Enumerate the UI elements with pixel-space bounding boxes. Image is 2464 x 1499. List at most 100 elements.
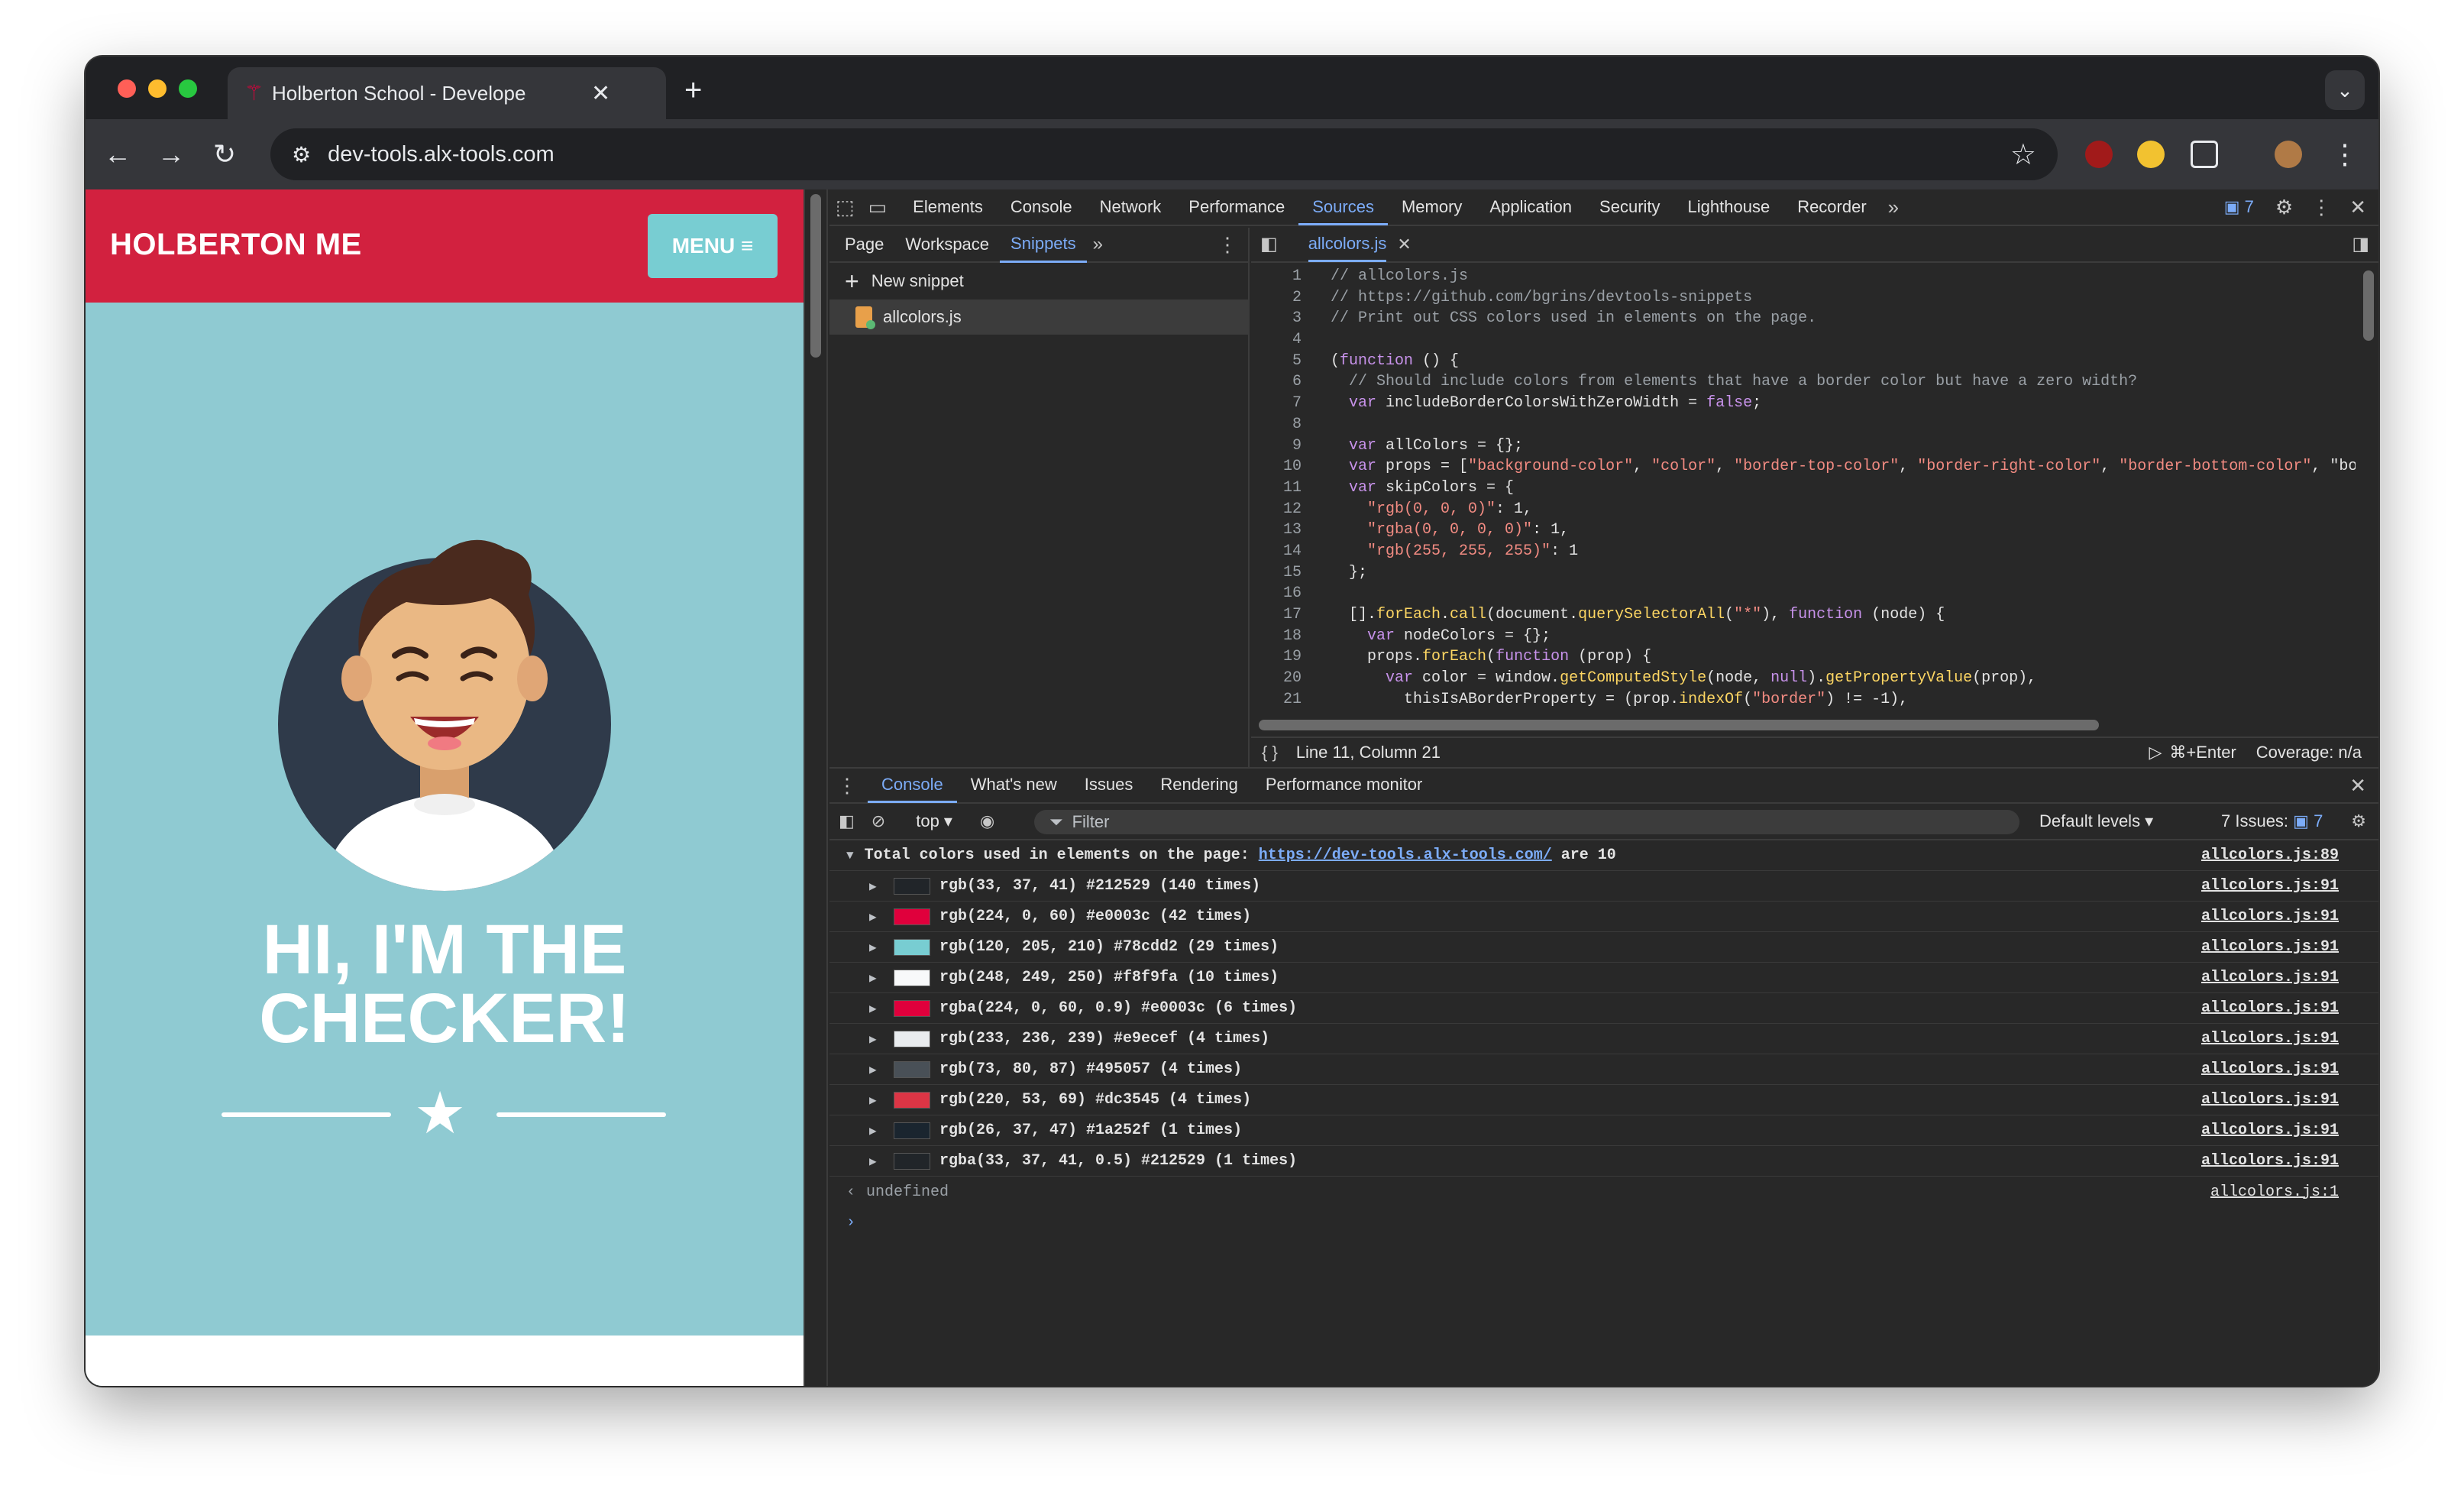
address-bar[interactable]: ⚙ dev-tools.alx-tools.com ☆ <box>270 128 2058 180</box>
line-number[interactable]: 9 <box>1251 435 1302 457</box>
new-tab-icon[interactable]: + <box>684 75 702 105</box>
run-snippet-icon[interactable]: ▷ <box>2149 743 2162 762</box>
code-line[interactable]: 5 (function () { <box>1251 351 2356 372</box>
log-header-link[interactable]: https://dev-tools.alx-tools.com/ <box>1259 847 1552 864</box>
issues-badge[interactable]: ▣ 7 <box>2224 197 2254 217</box>
line-number[interactable]: 1 <box>1251 266 1302 287</box>
forward-arrow-icon[interactable]: → <box>154 138 188 171</box>
profile-avatar[interactable] <box>2275 141 2302 168</box>
tab-sources[interactable]: Sources <box>1298 189 1388 225</box>
line-number[interactable]: 21 <box>1251 689 1302 711</box>
line-number[interactable]: 16 <box>1251 583 1302 604</box>
log-source-link[interactable]: allcolors.js:91 <box>2201 938 2339 956</box>
tab-network[interactable]: Network <box>1086 189 1175 225</box>
tab-elements[interactable]: Elements <box>899 189 997 225</box>
log-row[interactable]: ▶ rgb(33, 37, 41) #212529 (140 times) allc… <box>829 871 2378 902</box>
line-number[interactable]: 11 <box>1251 478 1302 499</box>
log-row[interactable]: ▶ rgb(224, 0, 60) #e0003c (42 times) allco… <box>829 902 2378 932</box>
live-expression-eye-icon[interactable]: ◉ <box>980 811 994 831</box>
expand-triangle-icon[interactable]: ▶ <box>869 1123 886 1138</box>
log-row[interactable]: ▶ rgb(233, 236, 239) #e9ecef (4 times) all… <box>829 1024 2378 1054</box>
more-menu-icon[interactable]: ⋮ <box>2328 138 2362 171</box>
console-prompt[interactable]: › <box>829 1207 2378 1238</box>
inspect-element-icon[interactable]: ⬚ <box>836 189 855 225</box>
line-number[interactable]: 10 <box>1251 456 1302 478</box>
close-window-button[interactable] <box>118 79 136 98</box>
code-line[interactable]: 14 "rgb(255, 255, 255)": 1 <box>1251 541 2356 562</box>
code-line[interactable]: 2 // https://github.com/bgrins/devtools-s… <box>1251 287 2356 309</box>
clear-console-icon[interactable]: ⊘ <box>871 811 885 831</box>
drawer-menu-icon[interactable]: ⋮ <box>837 769 857 802</box>
log-row[interactable]: ▶ rgb(73, 80, 87) #495057 (4 times) allcol… <box>829 1054 2378 1085</box>
extension-icon[interactable] <box>2137 141 2165 168</box>
log-row[interactable]: ▶ rgb(220, 53, 69) #dc3545 (4 times) allco… <box>829 1085 2378 1115</box>
tab-recorder[interactable]: Recorder <box>1783 189 1880 225</box>
drawer-tab-rendering[interactable]: Rendering <box>1146 768 1252 803</box>
toggle-debugger-icon[interactable]: ◨ <box>2352 228 2369 261</box>
editor-file-tab[interactable]: allcolors.js <box>1308 228 1387 262</box>
line-number[interactable]: 5 <box>1251 351 1302 372</box>
log-source-link[interactable]: allcolors.js:91 <box>2201 1030 2339 1047</box>
line-number[interactable]: 4 <box>1251 329 1302 351</box>
console-filter-input[interactable]: ⏷ Filter <box>1034 810 2019 834</box>
code-line[interactable]: 10 var props = ["background-color", "col… <box>1251 456 2356 478</box>
expand-triangle-icon[interactable]: ▶ <box>869 940 886 955</box>
log-row[interactable]: ▶ rgb(248, 249, 250) #f8f9fa (10 times) al… <box>829 963 2378 993</box>
tab-performance[interactable]: Performance <box>1175 189 1298 225</box>
site-info-icon[interactable]: ⚙ <box>292 142 311 167</box>
line-number[interactable]: 20 <box>1251 668 1302 689</box>
log-source-link[interactable]: allcolors.js:91 <box>2201 999 2339 1017</box>
toggle-navigator-icon[interactable]: ◧ <box>1260 228 1278 261</box>
return-source[interactable]: allcolors.js:1 <box>2210 1183 2339 1201</box>
drawer-tab-console[interactable]: Console <box>868 768 957 803</box>
line-number[interactable]: 19 <box>1251 646 1302 668</box>
nav-tab-page[interactable]: Page <box>834 228 894 261</box>
close-drawer-icon[interactable]: ✕ <box>2349 769 2366 802</box>
new-snippet-button[interactable]: + New snippet <box>829 263 1248 299</box>
code-line[interactable]: 1 // allcolors.js <box>1251 266 2356 287</box>
console-sidebar-icon[interactable]: ◧ <box>839 811 855 831</box>
ublock-extension-icon[interactable] <box>2085 141 2113 168</box>
drawer-tab-issues[interactable]: Issues <box>1071 768 1147 803</box>
close-file-icon[interactable]: ✕ <box>1397 235 1411 254</box>
line-number[interactable]: 14 <box>1251 541 1302 562</box>
code-line[interactable]: 18 var nodeColors = {}; <box>1251 626 2356 647</box>
close-devtools-icon[interactable]: ✕ <box>2349 189 2366 225</box>
log-source-link[interactable]: allcolors.js:91 <box>2201 1122 2339 1139</box>
code-line[interactable]: 20 var color = window.getComputedStyle(n… <box>1251 668 2356 689</box>
console-settings-gear-icon[interactable]: ⚙ <box>2351 811 2366 831</box>
code-line[interactable]: 4 <box>1251 329 2356 351</box>
code-line[interactable]: 16 <box>1251 583 2356 604</box>
editor-horizontal-scrollbar[interactable] <box>1259 720 2099 730</box>
context-selector[interactable]: top ▾ <box>916 811 952 831</box>
reload-icon[interactable]: ↻ <box>208 138 241 171</box>
log-header-source[interactable]: allcolors.js:89 <box>2201 847 2339 864</box>
code-line[interactable]: 19 props.forEach(function (prop) { <box>1251 646 2356 668</box>
drawer-tab-performance-monitor[interactable]: Performance monitor <box>1252 768 1436 803</box>
line-number[interactable]: 3 <box>1251 308 1302 329</box>
code-line[interactable]: 21 thisIsABorderProperty = (prop.indexOf… <box>1251 689 2356 711</box>
close-tab-icon[interactable]: ✕ <box>591 80 610 107</box>
devtools-more-icon[interactable]: ⋮ <box>2311 189 2331 225</box>
expand-triangle-icon[interactable]: ▶ <box>869 970 886 986</box>
line-number[interactable]: 15 <box>1251 562 1302 584</box>
log-row[interactable]: ▶ rgb(26, 37, 47) #1a252f (1 times) allcol… <box>829 1115 2378 1146</box>
log-source-link[interactable]: allcolors.js:91 <box>2201 969 2339 986</box>
log-row[interactable]: ▶ rgba(224, 0, 60, 0.9) #e0003c (6 times)… <box>829 993 2378 1024</box>
log-source-link[interactable]: allcolors.js:91 <box>2201 908 2339 925</box>
menu-button[interactable]: MENU ≡ <box>648 214 778 278</box>
page-scrollbar[interactable] <box>805 189 828 1386</box>
tab-application[interactable]: Application <box>1476 189 1586 225</box>
pretty-print-icon[interactable]: { } <box>1262 743 1278 762</box>
tab-search-chevron-icon[interactable]: ⌄ <box>2325 70 2365 110</box>
log-row[interactable]: ▶ rgb(120, 205, 210) #78cdd2 (29 times) al… <box>829 932 2378 963</box>
log-source-link[interactable]: allcolors.js:91 <box>2201 1060 2339 1078</box>
code-line[interactable]: 13 "rgba(0, 0, 0, 0)": 1, <box>1251 520 2356 541</box>
code-line[interactable]: 9 var allColors = {}; <box>1251 435 2356 457</box>
issues-counter[interactable]: 7 Issues: ▣ 7 <box>2221 811 2323 831</box>
line-number[interactable]: 12 <box>1251 499 1302 520</box>
code-line[interactable]: 17 [].forEach.call(document.querySelecto… <box>1251 604 2356 626</box>
navigator-menu-icon[interactable]: ⋮ <box>1217 228 1237 261</box>
default-levels-dropdown[interactable]: Default levels ▾ <box>2039 811 2153 831</box>
minimize-window-button[interactable] <box>148 79 167 98</box>
